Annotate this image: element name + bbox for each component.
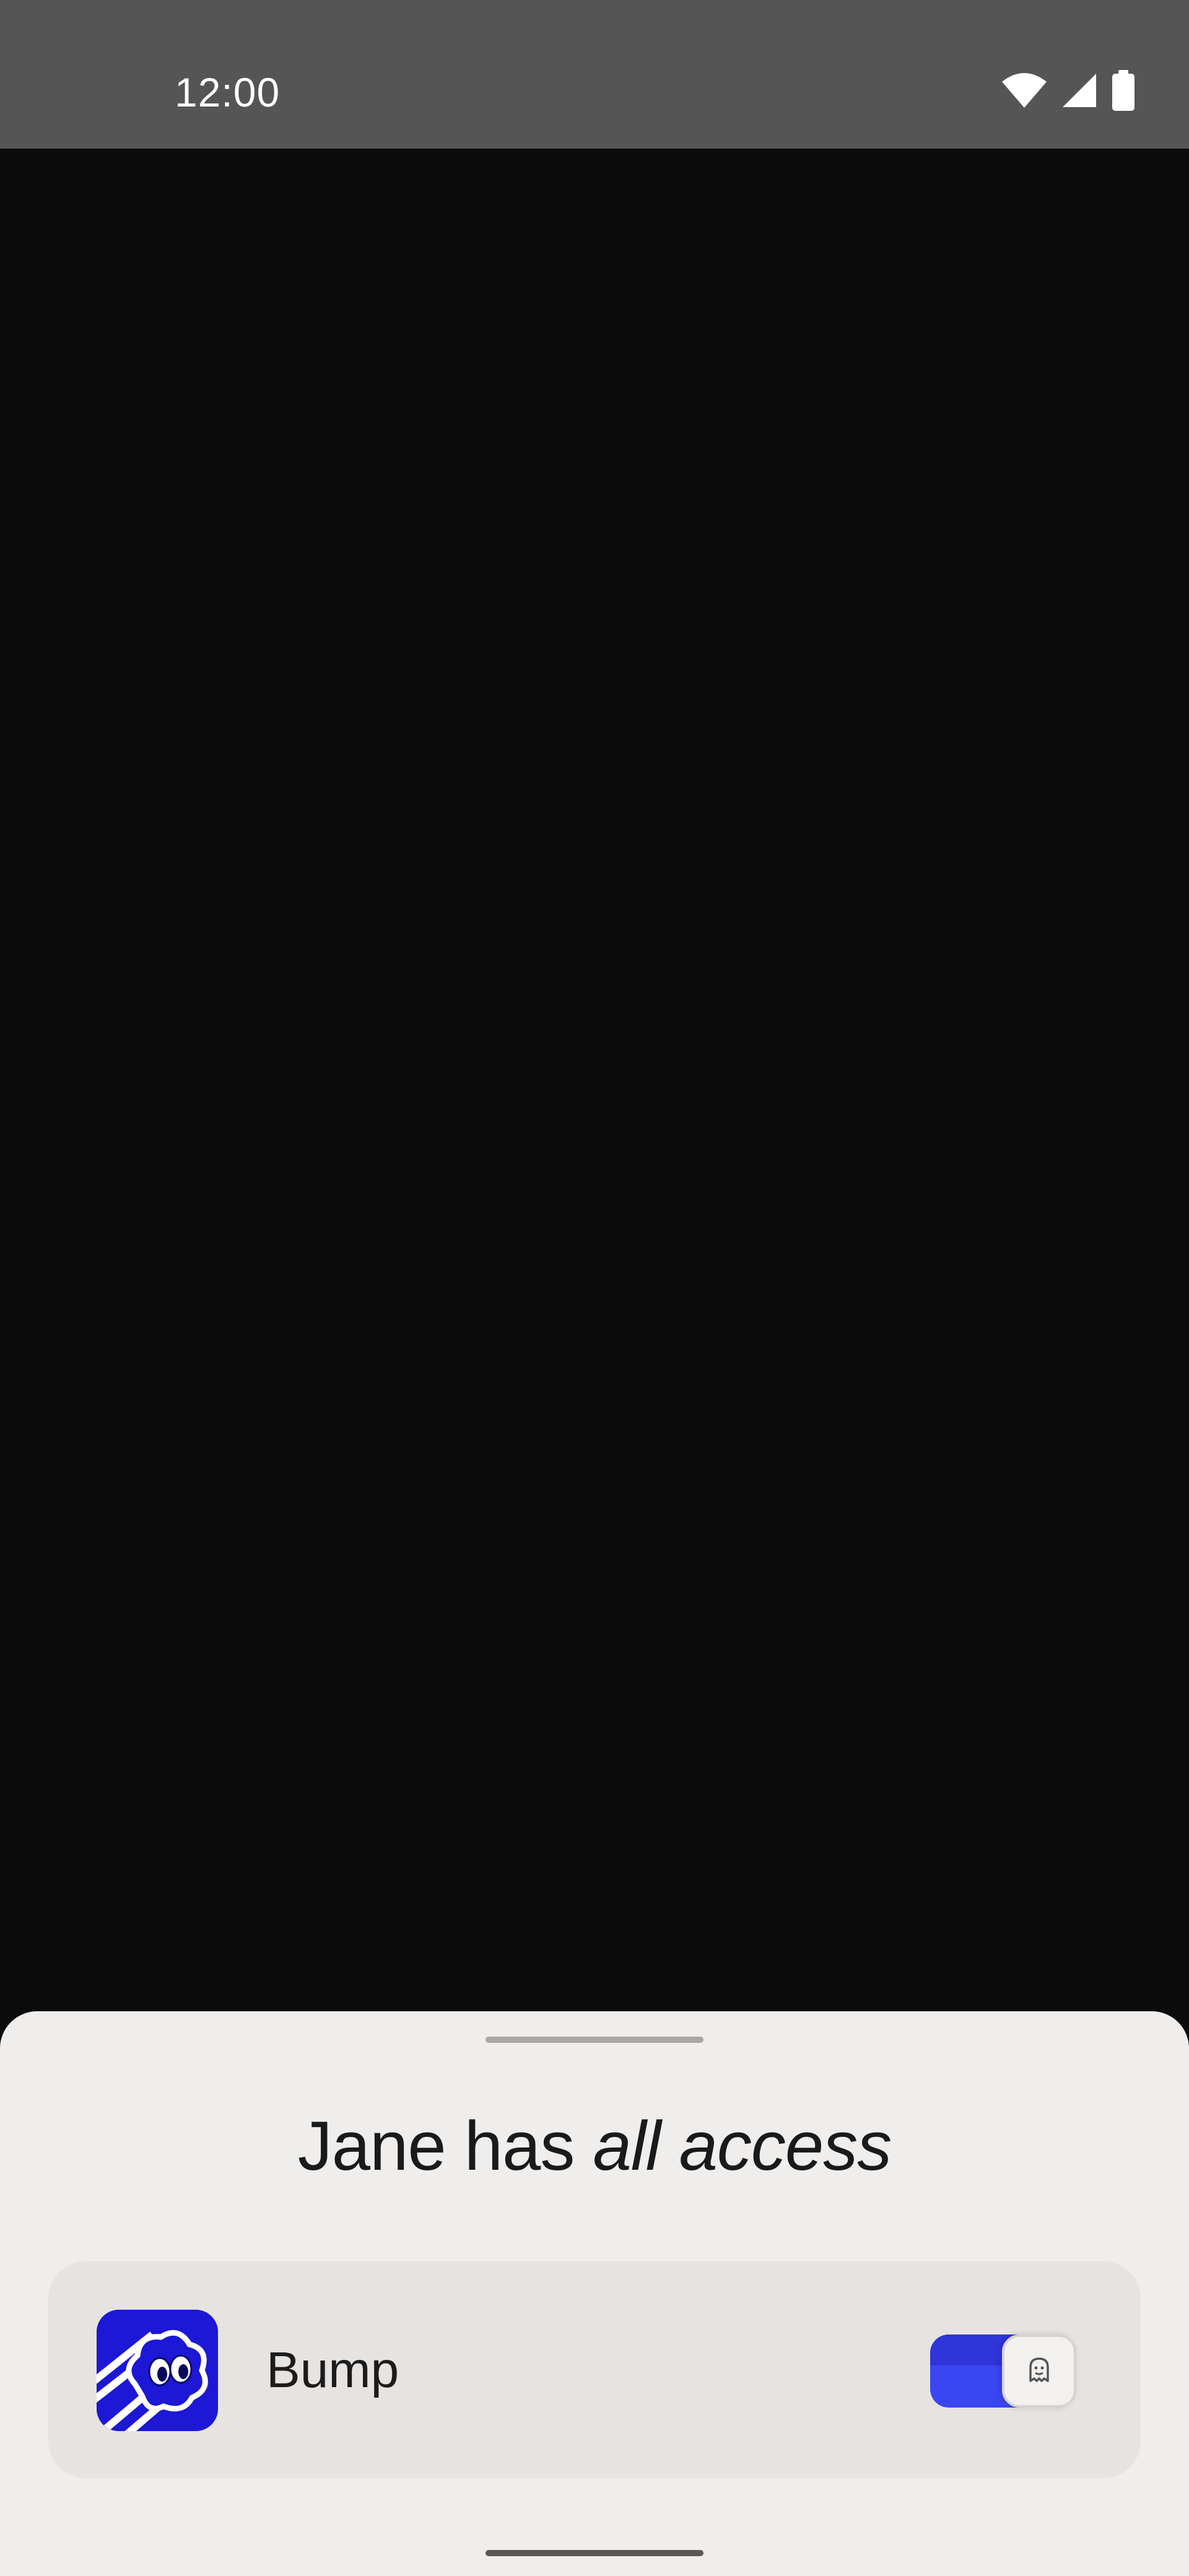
bottom-sheet: Jane has all access Bump: [0, 2011, 1189, 2576]
app-access-card: Bump: [48, 2261, 1141, 2478]
battery-icon: [1111, 70, 1136, 111]
status-bar: 12:00: [0, 0, 1189, 149]
status-icons: [1001, 69, 1136, 111]
app-name: Bump: [266, 2342, 399, 2398]
sheet-title: Jane has all access: [0, 2103, 1189, 2190]
content-area: [0, 149, 1189, 2012]
bump-app-icon: [97, 2310, 218, 2431]
phone-screen: 12:00 Jane has all access Bump: [0, 0, 1189, 2576]
status-time: 12:00: [175, 69, 281, 115]
ghost-icon: [1024, 2355, 1054, 2388]
title-emphasis: all access: [593, 2107, 892, 2185]
title-prefix: Jane has: [297, 2107, 593, 2185]
cellular-signal-icon: [1061, 72, 1097, 108]
access-toggle[interactable]: [930, 2334, 1076, 2408]
sheet-drag-handle[interactable]: [486, 2037, 703, 2043]
navigation-handle[interactable]: [486, 2550, 703, 2556]
wifi-icon: [1001, 72, 1048, 109]
toggle-thumb[interactable]: [1002, 2334, 1076, 2408]
